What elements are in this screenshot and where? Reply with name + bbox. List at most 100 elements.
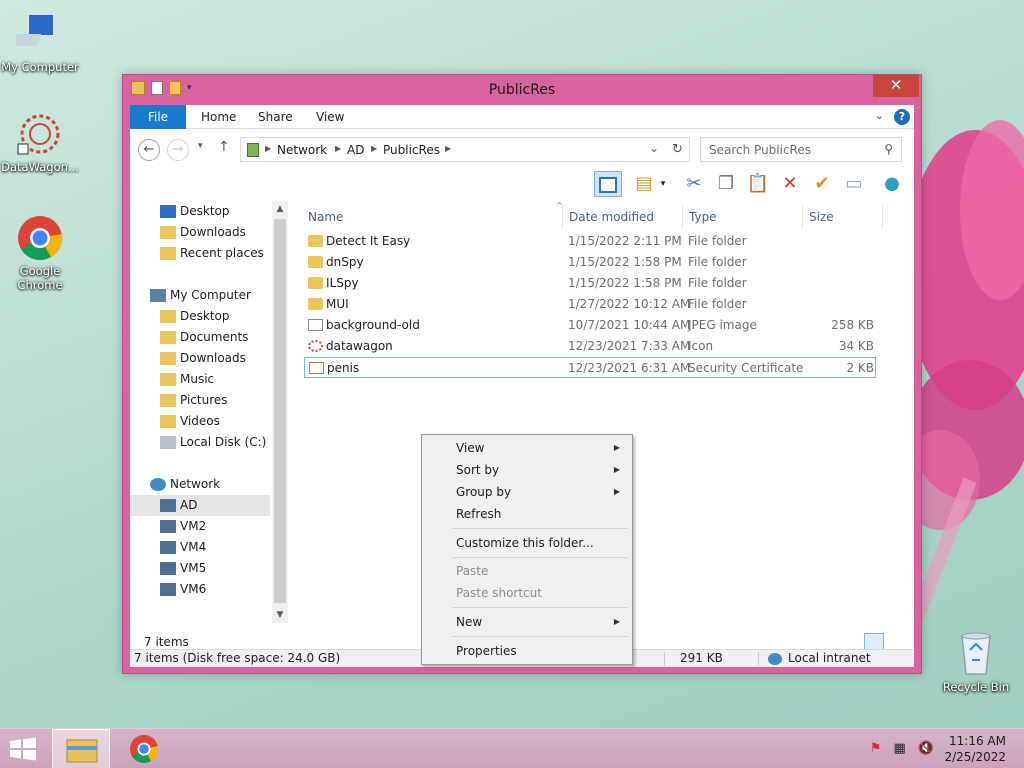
file-type: Icon bbox=[688, 339, 714, 353]
nav-scrollbar[interactable]: ▲ ▼ bbox=[272, 201, 288, 623]
share-icon[interactable]: ● bbox=[878, 171, 906, 197]
expand-ribbon-icon[interactable]: ⌄ bbox=[875, 109, 884, 122]
breadcrumb-publicres[interactable]: PublicRes bbox=[383, 143, 440, 157]
network-computer-icon bbox=[160, 583, 176, 596]
file-name: MUI bbox=[326, 297, 349, 311]
forward-button[interactable]: → bbox=[167, 139, 189, 161]
desktop-icon-chrome[interactable]: Google Chrome bbox=[0, 214, 80, 292]
table-row[interactable]: dnSpy 1/15/2022 1:58 PM File folder bbox=[304, 252, 876, 273]
nav-item-desktop[interactable]: Desktop bbox=[130, 306, 270, 327]
nav-item-label: Desktop bbox=[180, 204, 230, 218]
tab-share[interactable]: Share bbox=[258, 105, 293, 129]
file-size: 2 KB bbox=[846, 361, 874, 375]
nav-item-label: Downloads bbox=[180, 225, 246, 239]
windows-start-icon[interactable] bbox=[8, 737, 38, 761]
nav-item-my-computer[interactable]: My Computer bbox=[130, 285, 270, 306]
menu-item-paste-shortcut[interactable]: Paste shortcut bbox=[424, 582, 630, 604]
menu-item-group-by[interactable]: Group by ▶ bbox=[424, 481, 630, 503]
breadcrumb-ad[interactable]: AD bbox=[347, 143, 364, 157]
column-header-size[interactable]: Size bbox=[809, 205, 834, 229]
menu-item-sort-by[interactable]: Sort by ▶ bbox=[424, 459, 630, 481]
nav-item-music[interactable]: Music bbox=[130, 369, 270, 390]
nav-item-label: Local Disk (C:) bbox=[180, 435, 267, 449]
disk-free-text: 7 items (Disk free space: 24.0 GB) bbox=[134, 651, 341, 665]
refresh-button[interactable]: ↻ bbox=[666, 137, 690, 162]
search-input[interactable]: Search PublicRes ⚲ bbox=[700, 137, 902, 162]
menu-item-label: Customize this folder... bbox=[456, 536, 594, 550]
nav-item-downloads[interactable]: Downloads bbox=[130, 348, 270, 369]
column-divider[interactable] bbox=[802, 205, 803, 229]
up-icon[interactable]: ↑ bbox=[218, 139, 230, 155]
nav-item-desktop[interactable]: Desktop bbox=[130, 201, 270, 222]
column-divider[interactable] bbox=[562, 205, 563, 229]
cut-icon[interactable]: ✂ bbox=[680, 171, 708, 197]
rename-icon[interactable]: ▭ bbox=[840, 171, 868, 197]
file-type: JPEG image bbox=[688, 318, 757, 332]
volume-muted-icon[interactable]: 🔇 bbox=[918, 741, 934, 756]
chevron-down-icon[interactable]: ▾ bbox=[656, 171, 670, 197]
column-divider[interactable] bbox=[882, 205, 883, 229]
table-row[interactable]: ILSpy 1/15/2022 1:58 PM File folder bbox=[304, 273, 876, 294]
taskbar-file-explorer[interactable] bbox=[52, 729, 110, 768]
scroll-thumb[interactable] bbox=[274, 219, 286, 603]
breadcrumb-network[interactable]: Network bbox=[277, 143, 327, 157]
address-bar[interactable]: ▶ Network ▶ AD ▶ PublicRes ▶ ⌄ bbox=[240, 137, 690, 162]
table-row[interactable]: MUI 1/27/2022 10:12 AM File folder bbox=[304, 294, 876, 315]
desktop-icon-recycle-bin[interactable]: Recycle Bin bbox=[936, 630, 1016, 694]
folder-options-icon[interactable]: ▤ bbox=[630, 171, 658, 197]
nav-item-label: Pictures bbox=[180, 393, 228, 407]
taskbar-clock[interactable]: 11:16 AM 2/25/2022 bbox=[944, 733, 1006, 765]
tab-view[interactable]: View bbox=[316, 105, 344, 129]
scroll-up-icon[interactable]: ▲ bbox=[272, 201, 288, 217]
recent-locations-icon[interactable]: ▾ bbox=[198, 141, 203, 151]
taskbar-chrome-icon[interactable] bbox=[124, 733, 164, 765]
preview-pane-icon[interactable] bbox=[594, 171, 622, 197]
menu-item-customize-folder[interactable]: Customize this folder... bbox=[424, 532, 630, 554]
title-bar[interactable]: ▾ PublicRes ✕ bbox=[123, 75, 921, 105]
help-icon[interactable]: ? bbox=[894, 109, 910, 125]
check-icon[interactable]: ✔ bbox=[808, 171, 836, 197]
table-row[interactable]: background-old 10/7/2021 10:44 AM JPEG i… bbox=[304, 315, 876, 336]
tab-home[interactable]: Home bbox=[201, 105, 236, 129]
menu-item-paste[interactable]: Paste bbox=[424, 560, 630, 582]
menu-item-refresh[interactable]: Refresh bbox=[424, 503, 630, 525]
desktop-icon-datawagon[interactable]: DataWagon... bbox=[0, 110, 80, 174]
menu-item-new[interactable]: New ▶ bbox=[424, 611, 630, 633]
scroll-down-icon[interactable]: ▼ bbox=[272, 607, 288, 623]
address-dropdown-icon[interactable]: ⌄ bbox=[649, 141, 659, 155]
back-button[interactable]: ← bbox=[138, 139, 160, 161]
nav-item-ad[interactable]: AD bbox=[130, 495, 270, 516]
menu-item-view[interactable]: View ▶ bbox=[424, 437, 630, 459]
file-date: 12/23/2021 6:31 AM bbox=[568, 361, 691, 375]
breadcrumb-separator: ▶ bbox=[335, 144, 342, 153]
menu-item-label: New bbox=[456, 615, 483, 629]
nav-item-downloads[interactable]: Downloads bbox=[130, 222, 270, 243]
nav-item-vm6[interactable]: VM6 bbox=[130, 579, 270, 600]
table-row[interactable]: Detect It Easy 1/15/2022 2:11 PM File fo… bbox=[304, 231, 876, 252]
nav-item-vm2[interactable]: VM2 bbox=[130, 516, 270, 537]
copy-icon[interactable]: ❐ bbox=[712, 171, 740, 197]
paste-icon[interactable]: 📋 bbox=[744, 171, 772, 197]
nav-item-vm5[interactable]: VM5 bbox=[130, 558, 270, 579]
folder-icon bbox=[160, 415, 176, 428]
nav-item-network[interactable]: Network bbox=[130, 474, 270, 495]
nav-item-recent-places[interactable]: Recent places bbox=[130, 243, 270, 264]
nav-item-vm4[interactable]: VM4 bbox=[130, 537, 270, 558]
column-header-date[interactable]: Date modified bbox=[569, 205, 654, 229]
column-divider[interactable] bbox=[682, 205, 683, 229]
nav-item-local-disk[interactable]: Local Disk (C:) bbox=[130, 432, 270, 453]
network-tray-icon[interactable]: ▦ bbox=[894, 741, 906, 756]
table-row[interactable]: penis 12/23/2021 6:31 AM Security Certif… bbox=[304, 357, 876, 378]
column-header-type[interactable]: Type bbox=[689, 205, 717, 229]
tab-file[interactable]: File bbox=[130, 105, 186, 129]
column-header-name[interactable]: Name bbox=[308, 205, 343, 229]
nav-item-videos[interactable]: Videos bbox=[130, 411, 270, 432]
table-row[interactable]: datawagon 12/23/2021 7:33 AM Icon 34 KB bbox=[304, 336, 876, 357]
nav-item-pictures[interactable]: Pictures bbox=[130, 390, 270, 411]
menu-item-properties[interactable]: Properties bbox=[424, 640, 630, 662]
desktop-icon-my-computer[interactable]: My Computer bbox=[0, 10, 80, 74]
close-button[interactable]: ✕ bbox=[873, 75, 919, 97]
delete-icon[interactable]: ✕ bbox=[776, 171, 804, 197]
action-center-flag-icon[interactable]: ⚑ bbox=[870, 741, 882, 756]
nav-item-documents[interactable]: Documents bbox=[130, 327, 270, 348]
